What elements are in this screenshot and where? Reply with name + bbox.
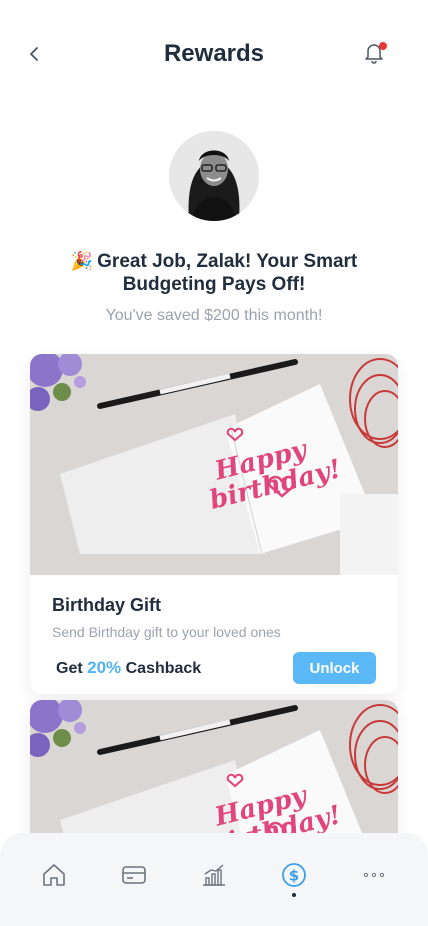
reward-footer: Get 20% Cashback Unlock — [52, 652, 376, 684]
app-header: Rewards — [0, 0, 428, 110]
birthday-card-image: Happy birthday! — [30, 700, 398, 850]
reward-title: Birthday Gift — [52, 595, 162, 615]
notification-dot — [379, 42, 387, 50]
avatar — [169, 131, 259, 221]
credit-card-icon — [122, 865, 146, 884]
reward-card-body: Birthday Gift Send Birthday gift to your… — [30, 575, 398, 684]
greeting-message: 🎉 Great Job, Zalak! Your Smart Budgeting … — [0, 250, 428, 296]
bottom-nav: $ — [0, 833, 428, 926]
cashback-value: 20% — [87, 658, 122, 677]
reward-description: Send Birthday gift to your loved ones — [52, 624, 281, 640]
more-icon — [363, 872, 385, 877]
nav-cards[interactable] — [112, 853, 156, 897]
unlock-button[interactable]: Unlock — [293, 652, 376, 684]
svg-text:$: $ — [289, 866, 299, 884]
reward-card[interactable]: Happy birthday! — [30, 700, 398, 850]
nav-more[interactable] — [352, 853, 396, 897]
cashback-prefix: Get — [56, 660, 83, 677]
chart-icon — [203, 863, 225, 886]
greeting-text: Great Job, Zalak! Your Smart Budgeting P… — [97, 251, 358, 295]
cashback-suffix: Cashback — [125, 660, 202, 677]
nav-rewards[interactable]: $ — [272, 853, 316, 897]
active-indicator — [292, 892, 296, 897]
cashback-offer: Get 20% Cashback — [52, 658, 201, 678]
birthday-card-image: Happy birthday! — [30, 354, 398, 575]
dollar-circle-icon: $ — [282, 862, 306, 887]
savings-summary: You've saved $200 this month! — [105, 307, 323, 324]
party-popper-icon: 🎉 — [70, 251, 94, 271]
nav-analytics[interactable] — [192, 853, 236, 897]
nav-home[interactable] — [32, 853, 76, 897]
home-icon — [43, 863, 65, 886]
reward-card[interactable]: Happy birthday! Birthday Gift Send Birth… — [30, 354, 398, 694]
notifications-button[interactable] — [360, 38, 388, 66]
